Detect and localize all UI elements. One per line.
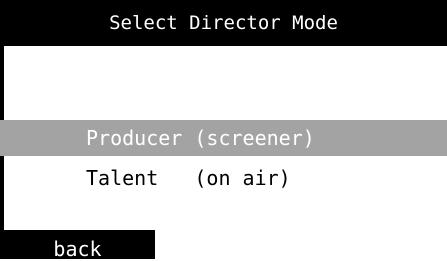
menu-item-talent[interactable]: Talent (on air)	[0, 160, 447, 196]
page-title: Select Director Mode	[109, 12, 338, 34]
director-mode-screen: Select Director Mode Producer (screener)…	[0, 0, 447, 259]
menu-item-producer[interactable]: Producer (screener)	[0, 120, 447, 156]
title-bar: Select Director Mode	[0, 0, 447, 46]
back-button[interactable]: back	[0, 230, 155, 259]
